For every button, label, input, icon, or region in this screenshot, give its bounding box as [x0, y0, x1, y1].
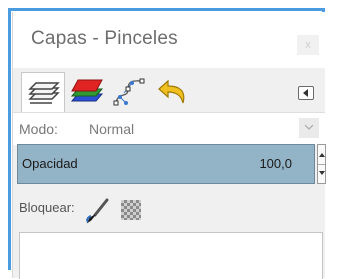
tab-paths[interactable] [109, 74, 149, 110]
paths-icon [113, 78, 145, 106]
channels-icon [70, 79, 104, 102]
lock-row: Bloquear: [13, 184, 325, 228]
dock-tabs [13, 68, 325, 113]
layers-icon [28, 82, 60, 104]
opacity-value: 100,0 [259, 156, 292, 171]
lock-alpha-checker-icon[interactable] [121, 200, 141, 220]
mode-label: Modo: [19, 121, 58, 137]
lock-label: Bloquear: [19, 200, 75, 215]
panel-title: Capas - Pinceles [31, 28, 178, 49]
tab-undo-history[interactable] [153, 74, 193, 110]
chevron-down-icon [304, 124, 314, 130]
opacity-slider[interactable]: Opacidad 100,0 [17, 144, 315, 184]
spin-down-icon[interactable] [319, 171, 325, 175]
layer-list[interactable] [19, 232, 323, 279]
mode-select[interactable]: Normal [89, 121, 134, 137]
undo-icon [158, 79, 185, 104]
spin-up-icon[interactable] [319, 153, 325, 157]
lock-pixels-brush-icon[interactable] [85, 198, 111, 224]
spin-divider [318, 164, 325, 165]
mode-dropdown-button[interactable] [299, 118, 319, 138]
panel-titlebar: Capas - Pinceles x [13, 12, 325, 68]
mode-row: Modo: Normal [13, 112, 325, 145]
layers-dock-panel: Capas - Pinceles x Modo: Normal Opacidad… [12, 12, 326, 279]
opacity-spinner[interactable] [317, 144, 326, 184]
close-button[interactable]: x [297, 35, 319, 55]
tab-channels[interactable] [67, 74, 107, 110]
tab-menu-button[interactable] [298, 86, 314, 100]
tab-layers[interactable] [21, 72, 65, 113]
opacity-label: Opacidad [22, 156, 78, 171]
